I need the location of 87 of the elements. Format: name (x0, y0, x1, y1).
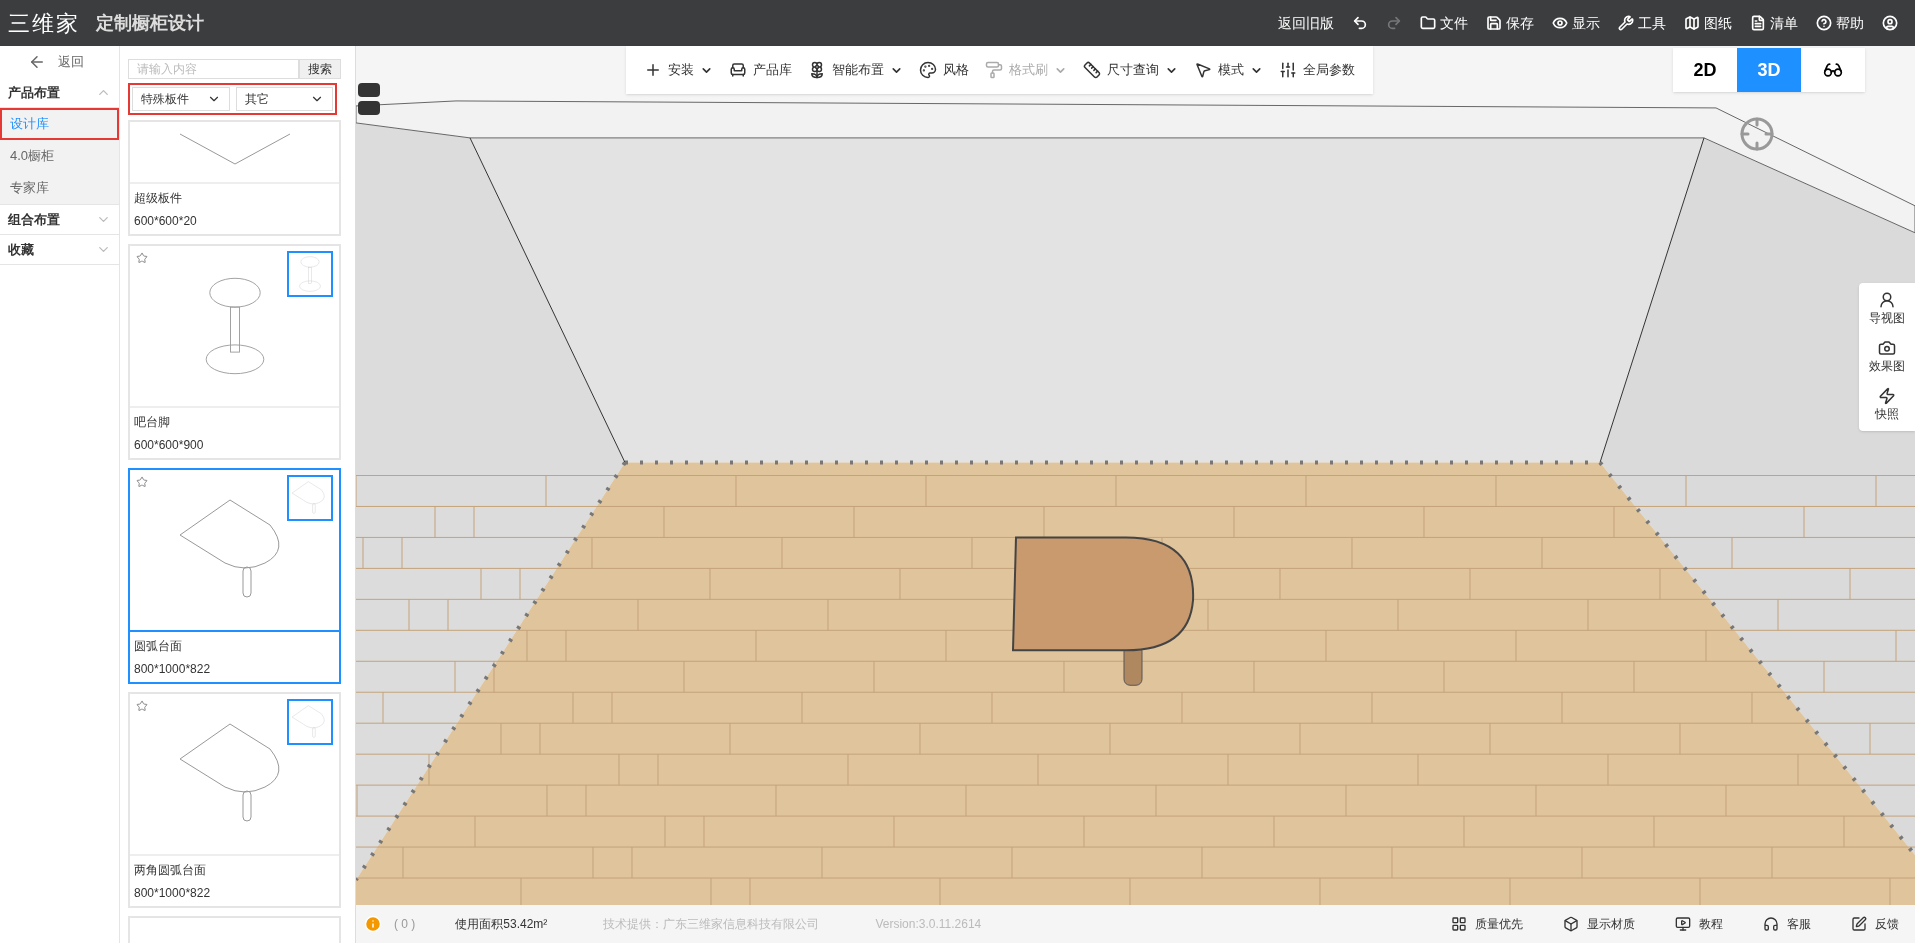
status-button[interactable]: 显示材质 (1563, 915, 1635, 933)
status-button[interactable]: 客服 (1763, 915, 1811, 933)
version-text: Version:3.0.11.2614 (875, 916, 982, 933)
toolbar-button[interactable]: 安装 (644, 60, 713, 80)
menu-button[interactable]: 文件 (1420, 12, 1468, 34)
filter-select[interactable]: 其它 (235, 87, 333, 111)
search-button[interactable]: 搜索 (299, 59, 341, 79)
pointer-icon (1194, 61, 1212, 79)
side-tool-button[interactable]: 效果图 (1869, 339, 1905, 375)
video-icon (1675, 916, 1691, 932)
old-version-link[interactable]: 返回旧版 (1278, 12, 1334, 34)
side-tool-button[interactable]: 导视图 (1869, 291, 1905, 327)
document-icon (1750, 15, 1766, 31)
flash-icon (1878, 387, 1896, 405)
product-card[interactable]: 吧台脚 600*600*900 (128, 244, 341, 460)
folder-icon (1420, 15, 1436, 31)
ruler-icon (1083, 61, 1101, 79)
help-icon (1816, 15, 1832, 31)
menu-button[interactable]: 保存 (1486, 12, 1534, 34)
edit-icon (1851, 916, 1867, 932)
nav-section[interactable]: 组合布置 (0, 205, 119, 235)
plus-icon (644, 61, 662, 79)
map-icon (1684, 15, 1700, 31)
eye-icon (1552, 15, 1568, 31)
favorite-star-icon[interactable] (136, 252, 148, 264)
redo-icon (1386, 15, 1402, 31)
toolbar-button[interactable]: 尺寸查询 (1083, 60, 1178, 80)
wrench-icon (1618, 15, 1634, 31)
grid-icon (1451, 916, 1467, 932)
filter-select[interactable]: 特殊板件 (132, 87, 230, 111)
save-icon (1486, 15, 1502, 31)
menu-button[interactable] (1352, 15, 1368, 31)
glasses-icon (1823, 60, 1843, 80)
menu-button[interactable] (1882, 15, 1898, 31)
toolbar-button[interactable]: 风格 (919, 60, 969, 80)
toolbar-button[interactable]: 产品库 (729, 60, 792, 80)
favorite-star-icon[interactable] (136, 700, 148, 712)
used-area: 使用面积53.42m² (455, 915, 548, 933)
menu-button[interactable]: 清单 (1750, 12, 1798, 34)
toolbar-button[interactable]: 模式 (1194, 60, 1263, 80)
product-name: 圆弧台面 (134, 638, 183, 655)
status-button[interactable]: 反馈 (1851, 915, 1899, 933)
thumbnail[interactable] (287, 251, 333, 297)
product-name: 两角圆弧台面 (134, 862, 207, 879)
status-button[interactable]: 质量优先 (1451, 915, 1523, 933)
nav-item[interactable]: 专家库 (0, 172, 119, 204)
search-field[interactable]: 请输入内容 (128, 59, 299, 79)
thumbnail[interactable] (287, 475, 333, 521)
product-card[interactable]: 超级板件 600*600*20 (128, 120, 341, 236)
menu-button[interactable]: 显示 (1552, 12, 1600, 34)
error-count: ( 0 ) (394, 916, 416, 933)
thumbnail[interactable] (287, 699, 333, 745)
nav-section[interactable]: 收藏 (0, 235, 119, 265)
paint-roller-icon (985, 61, 1003, 79)
back-button[interactable]: 返回 (0, 46, 119, 78)
camera-icon (1878, 339, 1896, 357)
app-logo: 三维家 (8, 9, 80, 38)
headset-icon (1763, 916, 1779, 932)
sliders-icon (1279, 61, 1297, 79)
nav-section[interactable]: 产品布置 (0, 78, 119, 108)
product-card[interactable]: 圆弧台面 800*1000*822 (128, 468, 341, 684)
product-size: 600*600*20 (134, 213, 198, 230)
chair-icon (729, 61, 747, 79)
status-button[interactable]: 教程 (1675, 915, 1723, 933)
person-icon (1878, 291, 1896, 309)
view-toggle[interactable]: 2D (1673, 48, 1737, 92)
app-title: 定制橱柜设计 (96, 11, 204, 35)
cube-icon (1563, 916, 1579, 932)
menu-button[interactable]: 图纸 (1684, 12, 1732, 34)
product-size: 800*1000*822 (134, 661, 212, 678)
favorite-star-icon[interactable] (136, 476, 148, 488)
undo-icon (1352, 15, 1368, 31)
menu-button[interactable]: 帮助 (1816, 12, 1864, 34)
product-card[interactable]: 两角圆弧台面 800*1000*822 (128, 692, 341, 908)
nav-item[interactable]: 4.0橱柜 (0, 140, 119, 172)
user-icon (1882, 15, 1898, 31)
product-size: 600*600*900 (134, 437, 205, 454)
plant-icon (808, 61, 826, 79)
info-icon (364, 915, 382, 933)
menu-button[interactable]: 工具 (1618, 12, 1666, 34)
toolbar-button[interactable]: 全局参数 (1279, 60, 1355, 80)
product-size: 800*1000*822 (134, 885, 212, 902)
product-name: 超级板件 (134, 190, 183, 207)
palette-icon (919, 61, 937, 79)
toolbar-button[interactable]: 智能布置 (808, 60, 903, 80)
side-tool-button[interactable]: 快照 (1875, 387, 1899, 423)
product-name: 吧台脚 (134, 414, 171, 431)
